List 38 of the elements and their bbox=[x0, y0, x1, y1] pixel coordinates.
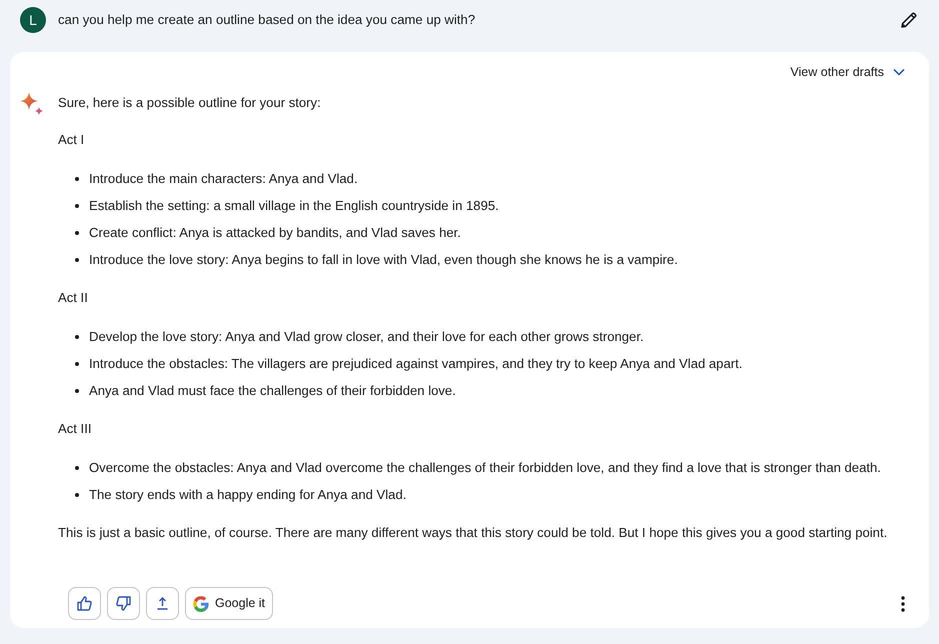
google-it-button[interactable]: Google it bbox=[185, 587, 274, 620]
act-heading: Act I bbox=[58, 131, 86, 149]
bullet-icon bbox=[75, 258, 79, 262]
thumbs-down-button[interactable] bbox=[107, 587, 140, 620]
bullet-text: Develop the love story: Anya and Vlad grow closer, and their love for each other grows stronger. bbox=[89, 328, 644, 346]
act-heading: Act II bbox=[58, 289, 89, 307]
response-paragraph: Sure, here is a possible outline for your story: bbox=[58, 94, 322, 112]
chevron-down-icon bbox=[893, 68, 905, 76]
bullet-icon bbox=[75, 177, 79, 181]
bullet-icon bbox=[75, 466, 79, 470]
bullet-text: Introduce the love story: Anya begins to fall in love with Vlad, even though she knows he is a vampire. bbox=[89, 251, 678, 269]
more-options-icon[interactable] bbox=[901, 596, 905, 612]
bullet-text: The story ends with a happy ending for Anya and Vlad. bbox=[89, 486, 406, 504]
thumbs-down-icon bbox=[116, 596, 131, 611]
edit-pencil-icon[interactable] bbox=[900, 11, 918, 29]
bullet-icon bbox=[75, 231, 79, 235]
bullet-text: Introduce the obstacles: The villagers are prejudiced against vampires, and they try to keep Anya and Vlad apart. bbox=[89, 355, 742, 373]
bullet-icon bbox=[75, 204, 79, 208]
prompt-text: can you help me create an outline based on the idea you came up with? bbox=[58, 11, 476, 29]
upload-icon bbox=[155, 596, 170, 611]
thumbs-up-button[interactable] bbox=[68, 587, 101, 620]
bullet-text: Anya and Vlad must face the challenges of their forbidden love. bbox=[89, 382, 456, 400]
response-paragraph: This is just a basic outline, of course. There are many different ways that this story could be told. But I hope this gives you a good starting point. bbox=[58, 524, 888, 542]
thumbs-up-icon bbox=[77, 596, 92, 611]
bullet-icon bbox=[75, 335, 79, 339]
bullet-text: Create conflict: Anya is attacked by bandits, and Vlad saves her. bbox=[89, 224, 461, 242]
user-avatar: L bbox=[20, 7, 46, 33]
bullet-text: Overcome the obstacles: Anya and Vlad overcome the challenges of their forbidden love, and they find a love that is stronger than death. bbox=[89, 459, 881, 477]
bullet-text: Establish the setting: a small village in the English countryside in 1895. bbox=[89, 197, 499, 215]
bullet-icon bbox=[75, 493, 79, 497]
act-heading: Act III bbox=[58, 420, 92, 438]
bullet-icon bbox=[75, 362, 79, 366]
google-logo-icon bbox=[193, 596, 209, 612]
view-other-drafts-button[interactable]: View other drafts bbox=[790, 62, 905, 82]
bullet-icon bbox=[75, 389, 79, 393]
sparkle-icon bbox=[20, 92, 43, 115]
share-button[interactable] bbox=[146, 587, 179, 620]
bullet-text: Introduce the main characters: Anya and Vlad. bbox=[89, 170, 358, 188]
